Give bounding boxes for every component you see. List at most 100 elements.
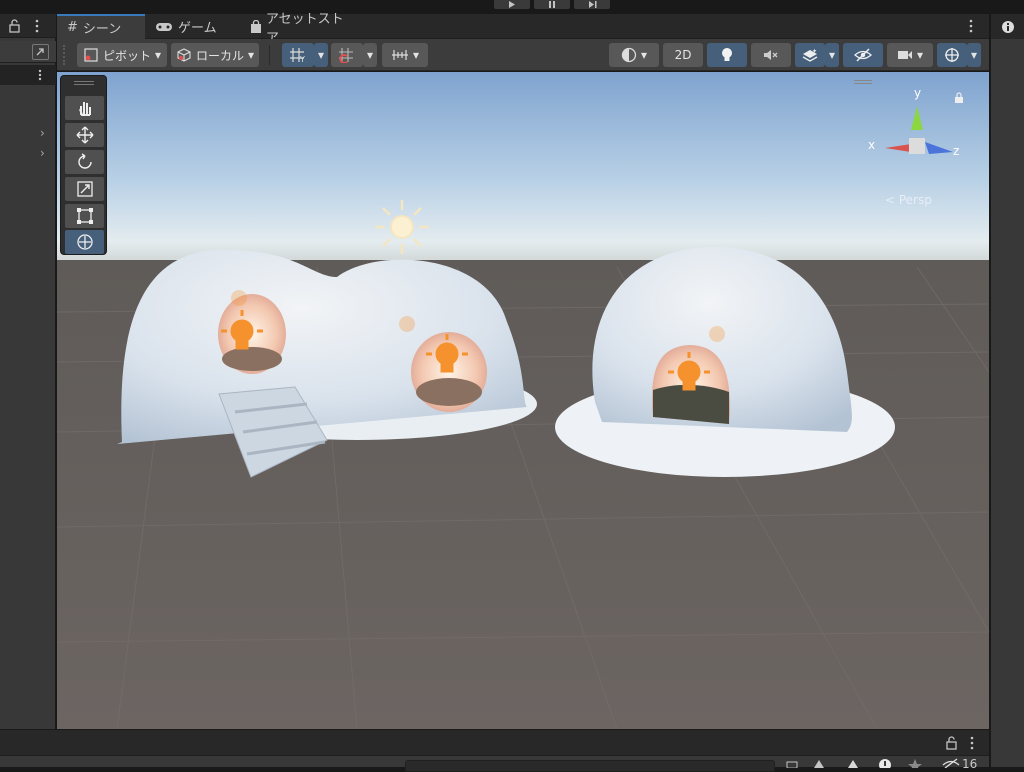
scale-tool-button[interactable]: [65, 177, 104, 201]
rect-tool-button[interactable]: [65, 204, 104, 228]
hierarchy-scene-row[interactable]: [0, 65, 56, 85]
hand-tool-button[interactable]: [65, 96, 104, 120]
snap-increment-icon: [339, 48, 353, 63]
dropdown-arrow-icon: ▾: [828, 48, 836, 62]
camera-settings-dropdown[interactable]: ▾: [887, 43, 933, 67]
hierarchy-search-row: [0, 41, 56, 63]
lock-icon[interactable]: [945, 736, 959, 750]
pause-icon: [549, 1, 555, 8]
move-tool-icon: [76, 126, 93, 144]
audio-mute-icon: [764, 50, 778, 60]
gizmo-x-label: x: [868, 138, 876, 152]
pause-button[interactable]: [534, 0, 570, 9]
hierarchy-tab-strip: [0, 14, 56, 38]
inspector-panel: [990, 14, 1024, 767]
camera-icon: [897, 51, 912, 59]
dropdown-arrow-icon: ▾: [366, 48, 374, 62]
shading-mode-dropdown[interactable]: ▾: [609, 43, 659, 67]
pivot-dropdown[interactable]: ピボット ▾: [77, 43, 167, 67]
dropdown-arrow-icon: ▾: [916, 48, 924, 62]
scene-audio-toggle[interactable]: [751, 43, 791, 67]
transform-tool-button[interactable]: [65, 230, 104, 254]
local-label: ローカル: [195, 48, 244, 63]
play-controls-bar: [0, 0, 1024, 14]
lock-icon[interactable]: [8, 19, 22, 33]
toolbar-separator: [269, 45, 270, 65]
dropdown-arrow-icon: ▾: [317, 48, 325, 62]
local-dropdown[interactable]: ローカル ▾: [171, 43, 259, 67]
play-button[interactable]: [494, 0, 530, 9]
expand-arrow-icon[interactable]: ›: [40, 126, 45, 140]
tab-scene[interactable]: # シーン: [57, 14, 145, 39]
hidden-count: 16: [962, 757, 978, 771]
inspector-tab[interactable]: [991, 14, 1024, 39]
console-panel: 16: [0, 729, 989, 772]
rect-tool-icon: [76, 208, 93, 224]
shading-sphere-icon: [621, 47, 637, 63]
more-options-icon[interactable]: [969, 736, 975, 750]
tab-asset-store[interactable]: アセットストア: [240, 12, 358, 46]
increment-snap-dropdown[interactable]: ▾: [363, 43, 377, 67]
svg-text:Y: Y: [299, 55, 305, 63]
grid-snap-toggle[interactable]: Y: [282, 43, 314, 67]
pivot-label: ピボット: [102, 48, 151, 63]
scene-render[interactable]: [57, 72, 989, 729]
overlay-grip[interactable]: [74, 81, 94, 85]
projection-label[interactable]: < Persp: [885, 193, 932, 207]
scene-visibility-toggle[interactable]: [843, 43, 883, 67]
console-tab-strip: [0, 730, 989, 756]
expand-arrow-icon[interactable]: ›: [40, 146, 45, 160]
gizmo-z-label: z: [953, 144, 960, 158]
increment-snap-toggle[interactable]: [331, 43, 363, 67]
dropdown-arrow-icon: ▾: [412, 48, 420, 62]
scene-options-icon[interactable]: [37, 69, 43, 81]
gizmo-drag-handle[interactable]: [854, 80, 872, 84]
more-options-icon[interactable]: [968, 19, 974, 33]
scene-tab-bar: # シーン ゲーム アセットストア: [57, 12, 989, 46]
pivot-icon: [84, 48, 98, 62]
play-icon: [509, 1, 515, 8]
effects-toggle[interactable]: ✦: [795, 43, 825, 67]
dropdown-arrow-icon: ▾: [640, 48, 648, 62]
expand-icon: [36, 48, 44, 56]
svg-text:✦: ✦: [812, 48, 817, 55]
mode-2d-toggle[interactable]: 2D: [663, 43, 703, 67]
gizmos-toggle[interactable]: [937, 43, 967, 67]
hand-tool-icon: [78, 102, 91, 116]
scene-viewport[interactable]: y x z < Persp: [57, 72, 989, 729]
gizmos-dropdown[interactable]: ▾: [967, 43, 981, 67]
grid-icon: #: [67, 20, 78, 35]
more-options-icon[interactable]: [34, 19, 40, 33]
effects-dropdown[interactable]: ▾: [825, 43, 839, 67]
effects-layers-icon: ✦: [802, 48, 818, 62]
tab-label: シーン: [82, 22, 122, 37]
bag-icon: [251, 20, 261, 33]
ruler-dropdown[interactable]: ▾: [382, 43, 428, 67]
console-search-input[interactable]: [405, 760, 775, 772]
rotate-tool-button[interactable]: [65, 150, 104, 174]
gamepad-icon: [156, 22, 172, 31]
tools-overlay: [60, 75, 107, 255]
scene-toolbar: ピボット ▾ ローカル ▾ Y ▾ ▾ ▾ ▾ 2D ✦ ▾ ▾ ▾: [57, 39, 989, 71]
lightbulb-icon: [722, 48, 732, 61]
tab-game[interactable]: ゲーム: [145, 14, 237, 39]
rotate-tool-icon: [77, 153, 92, 169]
hierarchy-panel: › ›: [0, 14, 56, 729]
tab-label: ゲーム: [178, 21, 217, 36]
toolbar-grip: [63, 45, 69, 65]
mode-2d-label: 2D: [674, 48, 692, 62]
dropdown-arrow-icon: ▾: [247, 48, 255, 62]
info-icon: [1002, 21, 1014, 33]
gizmo-y-label: y: [914, 86, 922, 100]
step-button[interactable]: [574, 0, 610, 9]
grid-snap-dropdown[interactable]: ▾: [314, 43, 328, 67]
scale-tool-icon: [76, 181, 93, 197]
move-tool-button[interactable]: [65, 123, 104, 147]
gizmo-globe-icon: [945, 48, 959, 62]
local-cube-icon: [177, 48, 191, 62]
dropdown-arrow-icon: ▾: [154, 48, 162, 62]
scene-lighting-toggle[interactable]: [707, 43, 747, 67]
expand-button[interactable]: [32, 44, 49, 60]
transform-tool-icon: [76, 234, 93, 250]
ruler-icon: [391, 50, 408, 60]
